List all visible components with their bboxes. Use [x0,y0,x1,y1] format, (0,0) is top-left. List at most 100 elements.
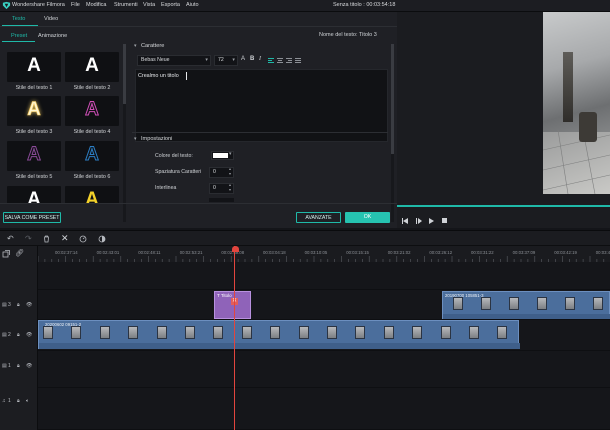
blurred-object-2 [579,112,597,142]
character-section-title: Carattere [141,43,165,49]
ruler-time-label: 00:03:21:02 [387,250,411,255]
timeline-ruler[interactable]: 00:02:37:14 00:02:43:01 00:02:48:11 00:02:5… [38,246,610,262]
video-clip-top[interactable]: 20190700 105851-3 [442,291,610,319]
preset-scroll-thumb[interactable] [123,44,126,104]
track-row-audio-1[interactable] [38,388,610,430]
track-header-3: ▤ 1 🔒︎ 👁︎ [2,363,36,372]
frame-thumbnail [509,297,519,310]
color-adjust-icon[interactable] [98,235,106,243]
menu-file[interactable]: File [71,2,80,8]
advanced-button[interactable]: AVANZATE [296,212,341,223]
ruler-time-label: 00:02:48:11 [138,250,161,255]
menu-tools[interactable]: Strumenti [114,2,138,8]
preset-tile-8[interactable]: A [65,186,119,203]
playhead-line[interactable] [234,246,235,430]
ruler-time-label: 00:03:26:12 [429,250,453,255]
speed-icon[interactable] [79,235,87,243]
spacing-stepper[interactable]: 0 ▴ ▾ [209,166,234,178]
track-headers: 🔗︎ ▤ 3 🔒︎ 👁︎ ▤ 2 🔒︎ 👁︎ ▤ 1 🔒︎ 👁︎ ♫ 1 🔒︎ 🔈︎ [0,246,38,430]
preset-label-2: Stile del testo 2 [73,85,111,91]
chevron-down-icon: ▾ [205,57,208,63]
bold-icon[interactable]: B [250,56,254,62]
track-number: 3 [8,302,11,308]
playback-controls[interactable] [402,217,452,225]
speaker-icon[interactable]: 🔈︎ [26,398,29,404]
timeline-tracks: T Titolo ✕ 20190700 105851-3 20200602 09… [38,246,610,430]
preset-glyph: A [85,189,99,203]
menu-export[interactable]: Esporta [161,2,180,8]
ruler-time-label: 00:02:37:14 [55,250,78,255]
collapse-impostazioni-icon[interactable]: ▾ [134,136,137,142]
eye-icon[interactable]: 👁︎ [26,332,32,338]
film-icon: ▤ [2,363,7,369]
menu-view[interactable]: Vista [143,2,155,8]
eye-icon[interactable]: 👁︎ [26,302,32,308]
delete-icon[interactable] [43,235,50,243]
font-family-select[interactable]: Bebas Neue ▾ [137,55,211,66]
music-note-icon: ♫ [2,398,6,404]
preset-tile-7[interactable]: A [7,186,61,203]
preset-scroll-track[interactable] [123,44,126,222]
partial-field [209,198,234,202]
title-clip[interactable]: T Titolo [214,291,251,319]
playhead-handle[interactable] [232,246,239,252]
preset-tile-2[interactable]: A [65,52,119,82]
preset-label-6: Stile del testo 6 [73,174,111,180]
preset-tile-6[interactable]: A [65,141,119,171]
video-clip-top-label: 20190700 105851-3 [445,293,484,298]
preview-progress-track[interactable] [397,205,610,207]
menu-edit[interactable]: Modifica [86,2,106,8]
film-icon: ▤ [2,332,7,338]
stepper-arrows-icon[interactable]: ▴ ▾ [229,166,231,176]
frame-thumbnail [156,326,167,339]
italic-icon[interactable]: I [259,56,261,62]
line-spacing-stepper[interactable]: 0 ▴ ▾ [209,182,234,194]
track-row-video-3[interactable] [38,262,610,290]
preset-label-1: Stile del testo 1 [15,85,53,91]
spacing-value: 0 [213,169,216,175]
lock-icon[interactable]: 🔒︎ [17,332,20,338]
cut-icon[interactable]: ✕ [61,233,69,244]
collapse-carattere-icon[interactable]: ▾ [134,43,137,49]
video-clip-main[interactable]: 20200602 09151-2 [38,320,520,349]
frame-thumbnail [71,326,82,339]
lock-icon[interactable]: 🔒︎ [17,302,20,308]
save-preset-button[interactable]: SALVA COME PRESET [3,212,61,223]
ruler-time-label: 00:03:4 [595,250,610,255]
line-spacing-label: Interlinea [155,185,177,191]
frame-thumbnail [128,326,139,339]
frame-thumbnail [497,326,508,339]
preset-tile-4[interactable]: A [65,96,119,126]
preset-tile-5[interactable]: A [7,141,61,171]
menu-help[interactable]: Aiuto [186,2,199,8]
undo-icon[interactable]: ↶ [7,234,14,243]
font-size-select[interactable]: 72 ▾ [214,55,238,66]
add-track-icon[interactable] [2,250,10,258]
font-color-icon[interactable]: A [241,56,245,62]
frame-thumbnail [565,297,575,310]
lock-icon[interactable]: 🔒︎ [17,363,20,369]
preset-tile-1[interactable]: A [7,52,61,82]
preview-video-frame[interactable] [543,12,610,194]
text-name-label: Nome del testo: Titolo 3 [319,32,377,38]
frame-thumbnail [270,326,281,339]
preset-glyph: A [85,99,100,121]
frame-thumbnail [383,326,394,339]
ok-button[interactable]: OK [345,212,390,223]
link-icon[interactable]: 🔗︎ [15,249,24,257]
spacing-label: Spaziatura Caratteri [155,169,202,175]
settings-scroll-thumb[interactable] [391,44,394,154]
blurred-object [563,52,573,122]
align-icons[interactable] [267,57,301,64]
text-color-picker[interactable]: ▾ [211,151,234,160]
track-row-video-1b[interactable] [38,351,610,388]
preset-tile-3[interactable]: A [7,96,61,126]
settings-scroll-track[interactable] [391,44,394,222]
frame-thumbnail [481,297,491,310]
ruler-time-label: 00:03:15:15 [346,250,369,255]
stepper-arrows-icon[interactable]: ▴ ▾ [229,182,231,192]
redo-icon[interactable]: ↷ [25,234,32,243]
eye-icon[interactable]: 👁︎ [26,363,32,369]
lock-icon[interactable]: 🔒︎ [17,398,20,404]
window-title: Senza titolo : 00:03:54:18 [333,2,396,8]
